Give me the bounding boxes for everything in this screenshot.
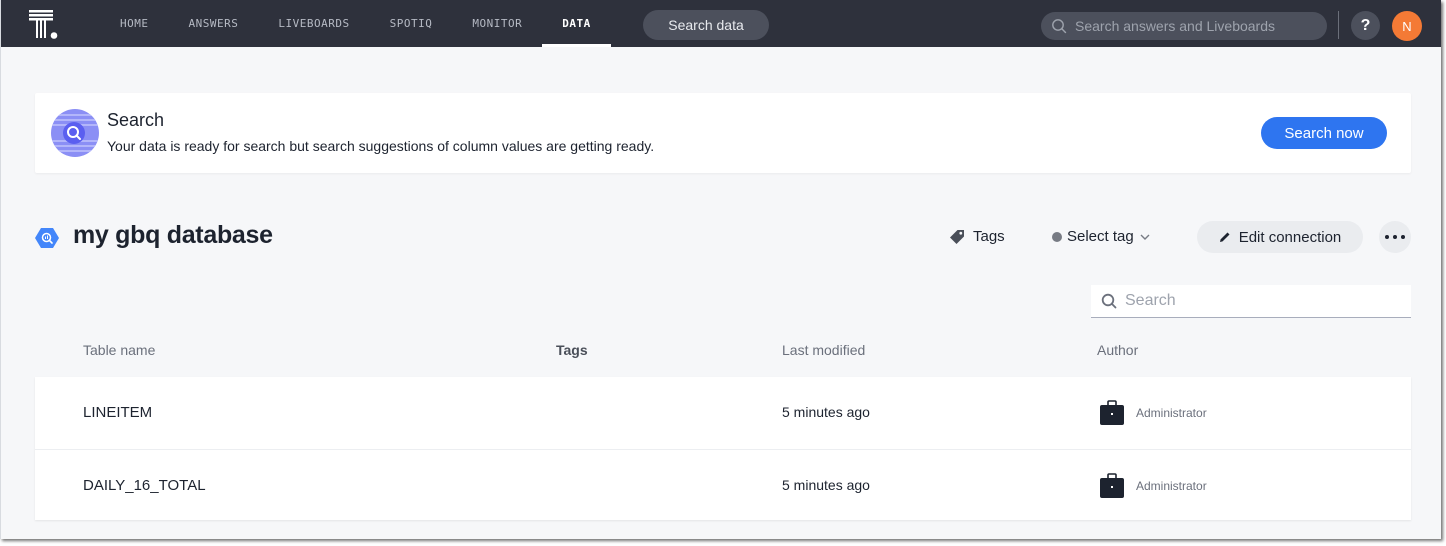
search-icon <box>1101 293 1117 309</box>
edit-connection-button[interactable]: Edit connection <box>1197 221 1363 253</box>
nav-monitor[interactable]: MONITOR <box>452 0 542 47</box>
table-name-cell[interactable]: DAILY_16_TOTAL <box>83 477 206 494</box>
nav-data[interactable]: DATA <box>542 0 611 47</box>
main-nav: HOME ANSWERS LIVEBOARDS SPOTIQ MONITOR D… <box>100 0 611 47</box>
chevron-down-icon <box>1140 234 1150 240</box>
briefcase-icon <box>1100 400 1124 425</box>
nav-answers[interactable]: ANSWERS <box>169 0 259 47</box>
help-button[interactable]: ? <box>1351 11 1380 40</box>
table-row[interactable]: DAILY_16_TOTAL 5 minutes ago Administrat… <box>35 449 1411 520</box>
search-icon <box>1052 19 1067 34</box>
tags-label: Tags <box>973 228 1005 245</box>
tables-list: LINEITEM 5 minutes ago Administrator DAI… <box>35 377 1411 520</box>
pencil-icon <box>1219 232 1230 242</box>
select-tag-dropdown[interactable]: Select tag <box>1052 228 1150 245</box>
search-magnifier-icon <box>51 109 99 157</box>
column-header-table-name[interactable]: Table name <box>83 342 155 358</box>
tags-button[interactable]: Tags <box>949 228 1005 245</box>
thoughtspot-logo-icon[interactable] <box>29 10 59 40</box>
nav-spotiq[interactable]: SPOTIQ <box>370 0 453 47</box>
search-data-button[interactable]: Search data <box>643 10 769 40</box>
search-ready-banner: Search Your data is ready for search but… <box>35 93 1411 173</box>
app-window: HOME ANSWERS LIVEBOARDS SPOTIQ MONITOR D… <box>0 0 1441 539</box>
nav-divider <box>1338 11 1339 39</box>
more-horizontal-icon <box>1385 235 1389 239</box>
tag-icon <box>950 229 964 244</box>
author-cell: Administrator <box>1136 406 1207 420</box>
user-avatar[interactable]: N <box>1392 11 1422 41</box>
bigquery-icon <box>35 228 59 248</box>
last-modified-cell: 5 minutes ago <box>782 477 870 493</box>
last-modified-cell: 5 minutes ago <box>782 404 870 420</box>
banner-title: Search <box>107 110 165 130</box>
select-tag-label: Select tag <box>1067 228 1134 245</box>
table-name-cell[interactable]: LINEITEM <box>83 404 152 421</box>
briefcase-icon <box>1100 473 1124 498</box>
nav-home[interactable]: HOME <box>100 0 169 47</box>
table-search-box[interactable] <box>1091 285 1411 318</box>
edit-connection-label: Edit connection <box>1238 228 1342 246</box>
column-header-author[interactable]: Author <box>1097 342 1138 358</box>
top-nav-bar: HOME ANSWERS LIVEBOARDS SPOTIQ MONITOR D… <box>1 0 1441 47</box>
table-row[interactable]: LINEITEM 5 minutes ago Administrator <box>35 377 1411 448</box>
table-search-input[interactable] <box>1125 292 1395 310</box>
more-options-button[interactable] <box>1379 221 1411 253</box>
global-search-box[interactable] <box>1041 12 1327 40</box>
more-dot <box>1393 235 1397 239</box>
more-dot <box>1401 235 1405 239</box>
banner-message: Your data is ready for search but search… <box>107 138 655 154</box>
tag-color-dot <box>1052 231 1062 242</box>
global-search-input[interactable] <box>1075 18 1315 34</box>
search-now-button[interactable]: Search now <box>1261 117 1387 149</box>
nav-liveboards[interactable]: LIVEBOARDS <box>258 0 369 47</box>
column-header-tags: Tags <box>556 342 588 358</box>
connection-title: my gbq database <box>73 221 273 249</box>
author-cell: Administrator <box>1136 479 1207 493</box>
column-header-last-modified[interactable]: Last modified <box>782 342 865 358</box>
